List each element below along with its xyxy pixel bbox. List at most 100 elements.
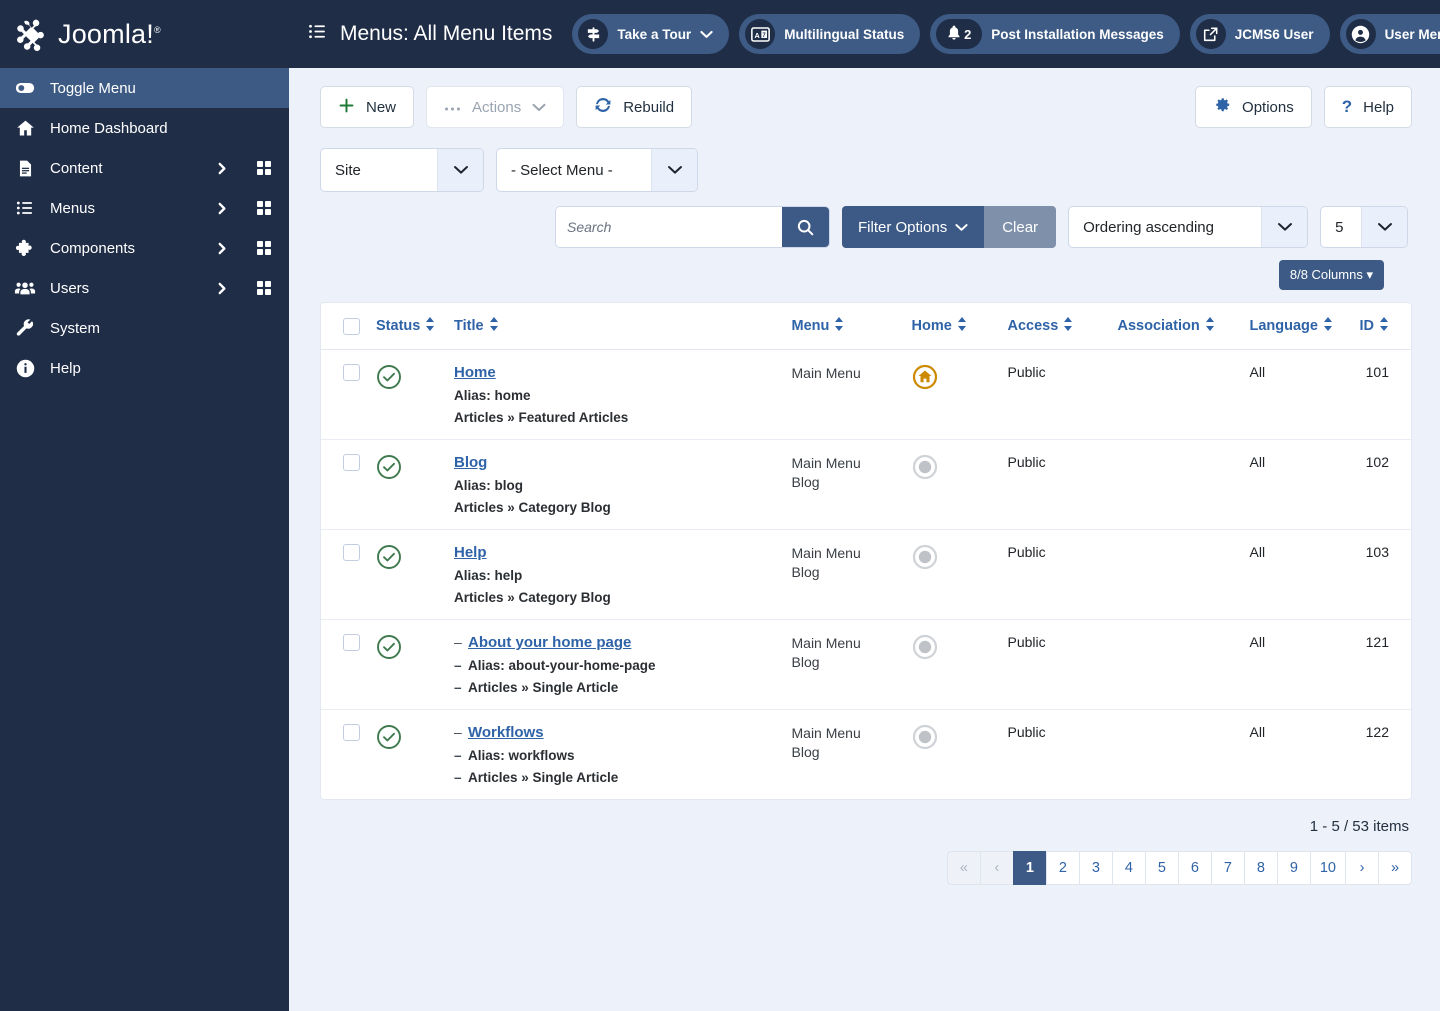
brand-logo-area[interactable]: Joomla!® bbox=[0, 0, 289, 68]
post-installation-messages-button[interactable]: 2 Post Installation Messages bbox=[930, 14, 1180, 54]
pagination-page-4[interactable]: 4 bbox=[1111, 851, 1146, 885]
actions-dropdown-button[interactable]: Actions bbox=[426, 86, 565, 128]
row-language-cell: All bbox=[1241, 529, 1352, 620]
pagination-page-7[interactable]: 7 bbox=[1210, 851, 1245, 885]
pagination-page-2[interactable]: 2 bbox=[1045, 851, 1080, 885]
chevron-right-icon[interactable] bbox=[213, 241, 231, 256]
check-circle-icon[interactable] bbox=[376, 635, 402, 663]
filter-options-button[interactable]: Filter Options bbox=[842, 206, 985, 248]
pagination-last[interactable]: » bbox=[1378, 851, 1412, 885]
pagination-page-10[interactable]: 10 bbox=[1309, 851, 1346, 885]
column-header-language[interactable]: Language bbox=[1241, 303, 1352, 350]
row-title-line: Home bbox=[454, 364, 776, 381]
clear-filters-button[interactable]: Clear bbox=[984, 206, 1057, 248]
search-button[interactable] bbox=[782, 207, 829, 247]
table-head: Status Title Menu Home Access Associatio… bbox=[321, 303, 1411, 350]
chevron-right-icon[interactable] bbox=[213, 161, 231, 176]
columns-dropdown-button[interactable]: 8/8 Columns ▾ bbox=[1278, 260, 1384, 290]
sidebar-item-help[interactable]: Help bbox=[0, 348, 289, 388]
sidebar-item-menus[interactable]: Menus bbox=[0, 188, 289, 228]
chevron-right-icon[interactable] bbox=[213, 201, 231, 216]
sidebar-item-content[interactable]: Content bbox=[0, 148, 289, 188]
column-header-home[interactable]: Home bbox=[903, 303, 1000, 350]
new-button[interactable]: New bbox=[320, 86, 415, 128]
row-alias: Alias: blog bbox=[454, 478, 524, 493]
search-input[interactable] bbox=[556, 207, 782, 247]
menu-select[interactable]: - Select Menu - bbox=[496, 148, 698, 192]
row-title-link[interactable]: Help bbox=[454, 544, 487, 561]
column-header-id-label: ID bbox=[1359, 318, 1375, 334]
column-header-title[interactable]: Title bbox=[446, 303, 784, 350]
sidebar-item-label: Content bbox=[50, 159, 103, 177]
row-checkbox[interactable] bbox=[343, 544, 360, 561]
circle-icon[interactable] bbox=[912, 454, 938, 483]
sidebar-item-users[interactable]: Users bbox=[0, 268, 289, 308]
column-header-access[interactable]: Access bbox=[999, 303, 1110, 350]
row-title-link[interactable]: Workflows bbox=[468, 724, 544, 741]
check-circle-icon[interactable] bbox=[376, 365, 402, 393]
client-select[interactable]: Site bbox=[320, 148, 484, 192]
puzzle-icon bbox=[14, 237, 36, 259]
home-star-icon[interactable] bbox=[912, 364, 938, 393]
pagination-page-9[interactable]: 9 bbox=[1276, 851, 1311, 885]
pagination-page-5[interactable]: 5 bbox=[1144, 851, 1179, 885]
options-button[interactable]: Options bbox=[1195, 86, 1312, 128]
table-row: Help Alias: help Articles » Category Blog M… bbox=[321, 529, 1411, 620]
grid-dashboard-icon[interactable] bbox=[253, 241, 275, 255]
column-header-status[interactable]: Status bbox=[368, 303, 446, 350]
search-box[interactable] bbox=[555, 206, 830, 248]
sidebar-item-home-dashboard[interactable]: Home Dashboard bbox=[0, 108, 289, 148]
pagination-page-3[interactable]: 3 bbox=[1078, 851, 1113, 885]
new-label: New bbox=[366, 98, 397, 116]
column-header-association[interactable]: Association bbox=[1109, 303, 1242, 350]
pagination-page-6[interactable]: 6 bbox=[1177, 851, 1212, 885]
column-header-language-label: Language bbox=[1249, 318, 1318, 334]
row-title-cell: Blog Alias: blog Articles » Category Blog bbox=[446, 439, 784, 530]
sidebar: Joomla!® Toggle Menu Home Dashboard Cont… bbox=[0, 0, 289, 1011]
row-checkbox[interactable] bbox=[343, 634, 360, 651]
filter-options-label: Filter Options bbox=[858, 218, 948, 236]
row-id-cell: 103 bbox=[1351, 529, 1411, 620]
ordering-select[interactable]: Ordering ascending bbox=[1068, 206, 1309, 248]
rebuild-button[interactable]: Rebuild bbox=[576, 86, 693, 128]
sidebar-item-label: Components bbox=[50, 239, 136, 257]
jcms6-user-button[interactable]: JCMS6 User bbox=[1189, 14, 1330, 54]
row-home-cell bbox=[903, 349, 1000, 440]
circle-icon[interactable] bbox=[912, 724, 938, 753]
pagination-page-8[interactable]: 8 bbox=[1243, 851, 1278, 885]
check-circle-icon[interactable] bbox=[376, 725, 402, 753]
check-circle-icon[interactable] bbox=[376, 545, 402, 573]
circle-icon[interactable] bbox=[912, 544, 938, 573]
sidebar-item-components[interactable]: Components bbox=[0, 228, 289, 268]
column-header-menu[interactable]: Menu bbox=[783, 303, 904, 350]
row-checkbox[interactable] bbox=[343, 454, 360, 471]
grid-dashboard-icon[interactable] bbox=[253, 281, 275, 295]
check-circle-icon[interactable] bbox=[376, 455, 402, 483]
row-checkbox[interactable] bbox=[343, 724, 360, 741]
row-title-link[interactable]: Home bbox=[454, 364, 496, 381]
sidebar-item-system[interactable]: System bbox=[0, 308, 289, 348]
circle-icon[interactable] bbox=[912, 634, 938, 663]
take-a-tour-button[interactable]: Take a Tour bbox=[572, 14, 730, 54]
multilingual-status-button[interactable]: A7 Multilingual Status bbox=[739, 14, 921, 54]
chevron-right-icon[interactable] bbox=[213, 281, 231, 296]
row-title-link[interactable]: About your home page bbox=[468, 634, 631, 651]
row-status-cell bbox=[368, 529, 446, 620]
limit-select[interactable]: 5 bbox=[1320, 206, 1409, 248]
external-link-icon bbox=[1195, 19, 1226, 49]
pagination-page-1[interactable]: 1 bbox=[1012, 851, 1047, 885]
row-title-link[interactable]: Blog bbox=[454, 454, 487, 471]
grid-dashboard-icon[interactable] bbox=[253, 161, 275, 175]
user-menu-button[interactable]: User Menu bbox=[1339, 14, 1440, 54]
pagination-next[interactable]: › bbox=[1345, 851, 1379, 885]
row-menu-cell: Main Menu Blog bbox=[791, 725, 861, 760]
select-all-checkbox[interactable] bbox=[343, 317, 360, 335]
grid-dashboard-icon[interactable] bbox=[253, 201, 275, 215]
row-title-cell: Home Alias: home Articles » Featured Artic… bbox=[446, 349, 784, 440]
row-access-cell: Public bbox=[1007, 724, 1046, 740]
sidebar-item-toggle-menu[interactable]: Toggle Menu bbox=[0, 68, 289, 108]
row-home-cell bbox=[903, 529, 1000, 620]
column-header-id[interactable]: ID bbox=[1351, 303, 1411, 350]
row-checkbox[interactable] bbox=[343, 364, 360, 381]
help-button[interactable]: ? Help bbox=[1323, 86, 1412, 128]
